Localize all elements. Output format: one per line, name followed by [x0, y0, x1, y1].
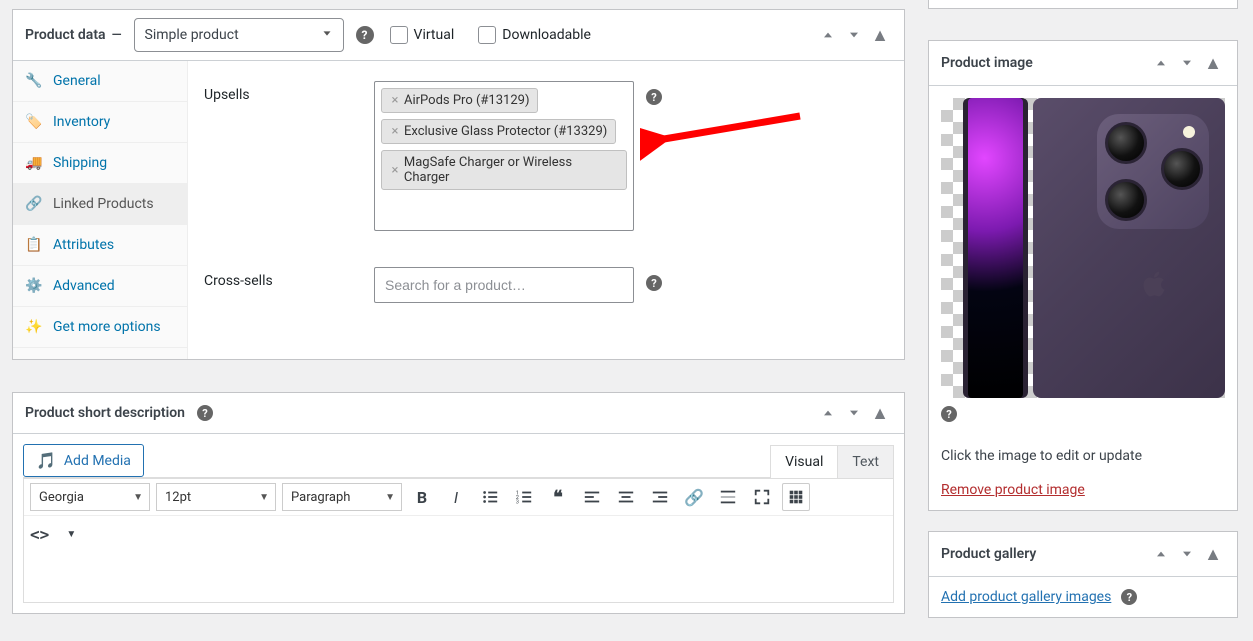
help-icon[interactable]: ?	[356, 26, 374, 44]
crosssells-label: Cross-sells	[204, 267, 374, 289]
numbered-list-button[interactable]: 123	[510, 483, 538, 511]
tab-shipping[interactable]: 🚚 Shipping	[13, 143, 187, 184]
help-icon[interactable]: ?	[646, 89, 662, 105]
help-icon[interactable]: ?	[1121, 589, 1137, 605]
quote-button[interactable]: ❝	[544, 483, 572, 511]
remove-tag-icon[interactable]: ×	[390, 93, 400, 108]
upsells-label: Upsells	[204, 81, 374, 103]
upsell-tag: × Exclusive Glass Protector (#13329)	[381, 119, 616, 144]
svg-text:3: 3	[516, 499, 519, 505]
fullscreen-button[interactable]	[748, 483, 776, 511]
gear-icon: ⚙️	[25, 278, 43, 294]
wrench-icon: 🔧	[25, 73, 43, 89]
tab-linked-products[interactable]: 🔗 Linked Products	[13, 184, 187, 225]
upsell-tag: × AirPods Pro (#13129)	[381, 88, 538, 113]
caret-up-toggle-icon[interactable]: ▲	[1201, 51, 1225, 75]
tab-attributes[interactable]: 📋 Attributes	[13, 225, 187, 266]
bullet-list-button[interactable]	[476, 483, 504, 511]
toolbar-toggle-button[interactable]	[782, 483, 810, 511]
italic-button[interactable]: I	[442, 483, 470, 511]
chevron-down-icon[interactable]	[842, 401, 866, 425]
short-description-box: Product short description ? ▲ 🎵 Add Medi…	[12, 392, 905, 614]
media-icon: 🎵	[36, 451, 56, 470]
product-image-thumbnail[interactable]	[941, 98, 1225, 398]
chevron-up-icon[interactable]	[816, 23, 840, 47]
tab-get-more[interactable]: ✨ Get more options	[13, 307, 187, 348]
virtual-checkbox[interactable]	[390, 26, 408, 44]
product-data-title: Product data	[25, 27, 106, 43]
upsell-tag: × MagSafe Charger or Wireless Charger	[381, 150, 627, 190]
tab-inventory[interactable]: 🏷️ Inventory	[13, 102, 187, 143]
tab-advanced[interactable]: ⚙️ Advanced	[13, 266, 187, 307]
virtual-label: Virtual	[414, 27, 455, 43]
remove-tag-icon[interactable]: ×	[390, 163, 400, 178]
caret-up-toggle-icon[interactable]: ▲	[868, 401, 892, 425]
title-dash: —	[112, 28, 122, 43]
tag-icon: 🏷️	[25, 114, 43, 130]
chevron-up-icon[interactable]	[816, 401, 840, 425]
chevron-down-icon[interactable]	[1175, 542, 1199, 566]
list-icon: 📋	[25, 237, 43, 253]
align-center-button[interactable]	[612, 483, 640, 511]
sparkle-icon: ✨	[25, 319, 43, 335]
editor-tab-visual[interactable]: Visual	[770, 445, 838, 478]
apple-logo-icon	[1141, 269, 1167, 303]
help-icon[interactable]: ?	[197, 405, 213, 421]
remove-tag-icon[interactable]: ×	[390, 124, 400, 139]
chevron-up-icon[interactable]	[1149, 51, 1173, 75]
product-type-select[interactable]: Simple product	[134, 18, 344, 52]
product-gallery-box: Product gallery ▲ Add product gallery im…	[928, 531, 1238, 618]
product-data-box: Product data — Simple product ? Virtual …	[12, 9, 905, 360]
align-left-button[interactable]	[578, 483, 606, 511]
font-size-select[interactable]: 12pt▼	[156, 483, 276, 511]
link-button[interactable]: 🔗	[680, 483, 708, 511]
editor-content-area[interactable]	[24, 552, 893, 602]
truck-icon: 🚚	[25, 155, 43, 171]
link-icon: 🔗	[25, 196, 43, 212]
chevron-down-icon	[320, 26, 334, 45]
short-description-title: Product short description	[25, 405, 185, 421]
downloadable-checkbox[interactable]	[478, 26, 496, 44]
add-media-button[interactable]: 🎵 Add Media	[23, 444, 144, 477]
remove-product-image-link[interactable]: Remove product image	[941, 482, 1085, 498]
font-family-select[interactable]: Georgia▼	[30, 483, 150, 511]
caret-up-toggle-icon[interactable]: ▲	[868, 23, 892, 47]
help-icon[interactable]: ?	[941, 406, 957, 422]
help-icon[interactable]: ?	[646, 275, 662, 291]
chevron-up-icon[interactable]	[1149, 542, 1173, 566]
add-gallery-images-link[interactable]: Add product gallery images	[941, 589, 1111, 605]
source-code-button[interactable]: <>	[30, 520, 49, 548]
upsells-input[interactable]: × AirPods Pro (#13129) × Exclusive Glass…	[374, 81, 634, 231]
product-image-title: Product image	[941, 55, 1149, 71]
more-dropdown-button[interactable]: ▼	[57, 520, 85, 548]
product-image-edit-hint: Click the image to edit or update	[941, 448, 1225, 464]
bold-button[interactable]: B	[408, 483, 436, 511]
product-gallery-title: Product gallery	[941, 546, 1149, 562]
editor-tab-text[interactable]: Text	[837, 445, 894, 478]
chevron-down-icon[interactable]	[1175, 51, 1199, 75]
align-right-button[interactable]	[646, 483, 674, 511]
crosssells-input[interactable]	[374, 267, 634, 303]
chevron-down-icon[interactable]	[842, 23, 866, 47]
tab-general[interactable]: 🔧 General	[13, 61, 187, 102]
product-image-box: Product image ▲	[928, 40, 1238, 511]
paragraph-format-select[interactable]: Paragraph▼	[282, 483, 402, 511]
downloadable-label: Downloadable	[502, 27, 591, 43]
insert-more-button[interactable]	[714, 483, 742, 511]
caret-up-toggle-icon[interactable]: ▲	[1201, 542, 1225, 566]
